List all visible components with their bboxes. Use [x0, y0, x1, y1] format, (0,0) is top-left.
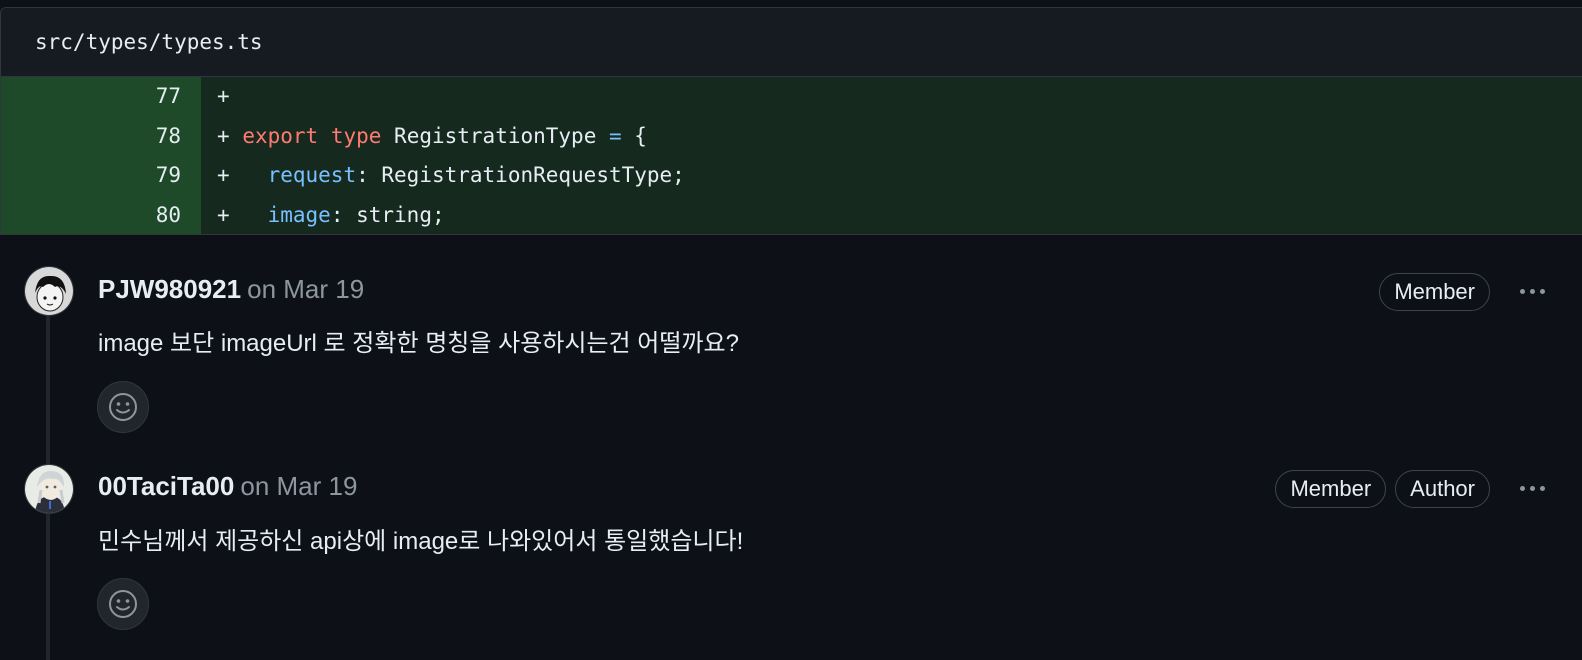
avatar-image: [25, 465, 73, 513]
code-property: request: [267, 163, 357, 187]
code-line: + request: RegistrationRequestType;: [201, 156, 1582, 196]
comment-date[interactable]: on Mar 19: [247, 274, 364, 304]
code-keyword: type: [330, 123, 382, 148]
code-line: + export type RegistrationType = {: [201, 116, 1582, 156]
comment-body: image 보단 imageUrl 로 정확한 명칭을 사용하시는건 어떨까요?: [98, 330, 739, 357]
member-badge: Member: [1275, 470, 1387, 508]
comment-author[interactable]: PJW980921: [98, 274, 241, 304]
line-number[interactable]: 80: [1, 195, 201, 234]
comment-header: 00TaciTa00 on Mar 19: [98, 469, 357, 503]
code-operator: =: [608, 123, 622, 148]
kebab-horizontal-icon[interactable]: [1510, 276, 1554, 306]
diff-line: 78 + export type RegistrationType = {: [1, 116, 1582, 156]
comment-date[interactable]: on Mar 19: [240, 471, 357, 501]
badge-group: Member: [1379, 273, 1490, 311]
avatar[interactable]: [24, 266, 74, 316]
code-line: +: [201, 77, 1582, 117]
code-line: + image: string;: [201, 195, 1582, 234]
line-number[interactable]: 79: [1, 156, 201, 196]
diff-file: src/types/types.ts 77 + 78 + export type…: [0, 7, 1582, 235]
diff-marker: +: [217, 202, 230, 227]
file-path[interactable]: src/types/types.ts: [1, 8, 1582, 77]
comment-header: PJW980921 on Mar 19: [98, 272, 364, 306]
smiley-icon: [109, 393, 137, 421]
smiley-icon: [109, 590, 137, 618]
line-number[interactable]: 78: [1, 116, 201, 156]
code-keyword: export: [242, 123, 319, 148]
member-badge: Member: [1379, 273, 1490, 311]
add-reaction-button[interactable]: [97, 578, 149, 630]
comment-author[interactable]: 00TaciTa00: [98, 471, 234, 501]
line-number[interactable]: 77: [1, 77, 201, 117]
avatar[interactable]: [24, 464, 74, 514]
diff-line: 77 +: [1, 77, 1582, 117]
code-property: image: [267, 202, 331, 227]
add-reaction-button[interactable]: [97, 381, 149, 433]
diff-marker: +: [217, 163, 230, 187]
diff-marker: +: [217, 84, 230, 108]
badge-group: Member Author: [1275, 470, 1490, 508]
kebab-horizontal-icon[interactable]: [1510, 473, 1554, 503]
diff-line: 79 + request: RegistrationRequestType;: [1, 156, 1582, 196]
author-badge: Author: [1395, 470, 1490, 508]
avatar-image: [25, 267, 73, 315]
comment-body: 민수님께서 제공하신 api상에 image로 나와있어서 통일했습니다!: [98, 528, 744, 555]
diff-marker: +: [217, 123, 230, 148]
diff-line: 80 + image: string;: [1, 195, 1582, 234]
